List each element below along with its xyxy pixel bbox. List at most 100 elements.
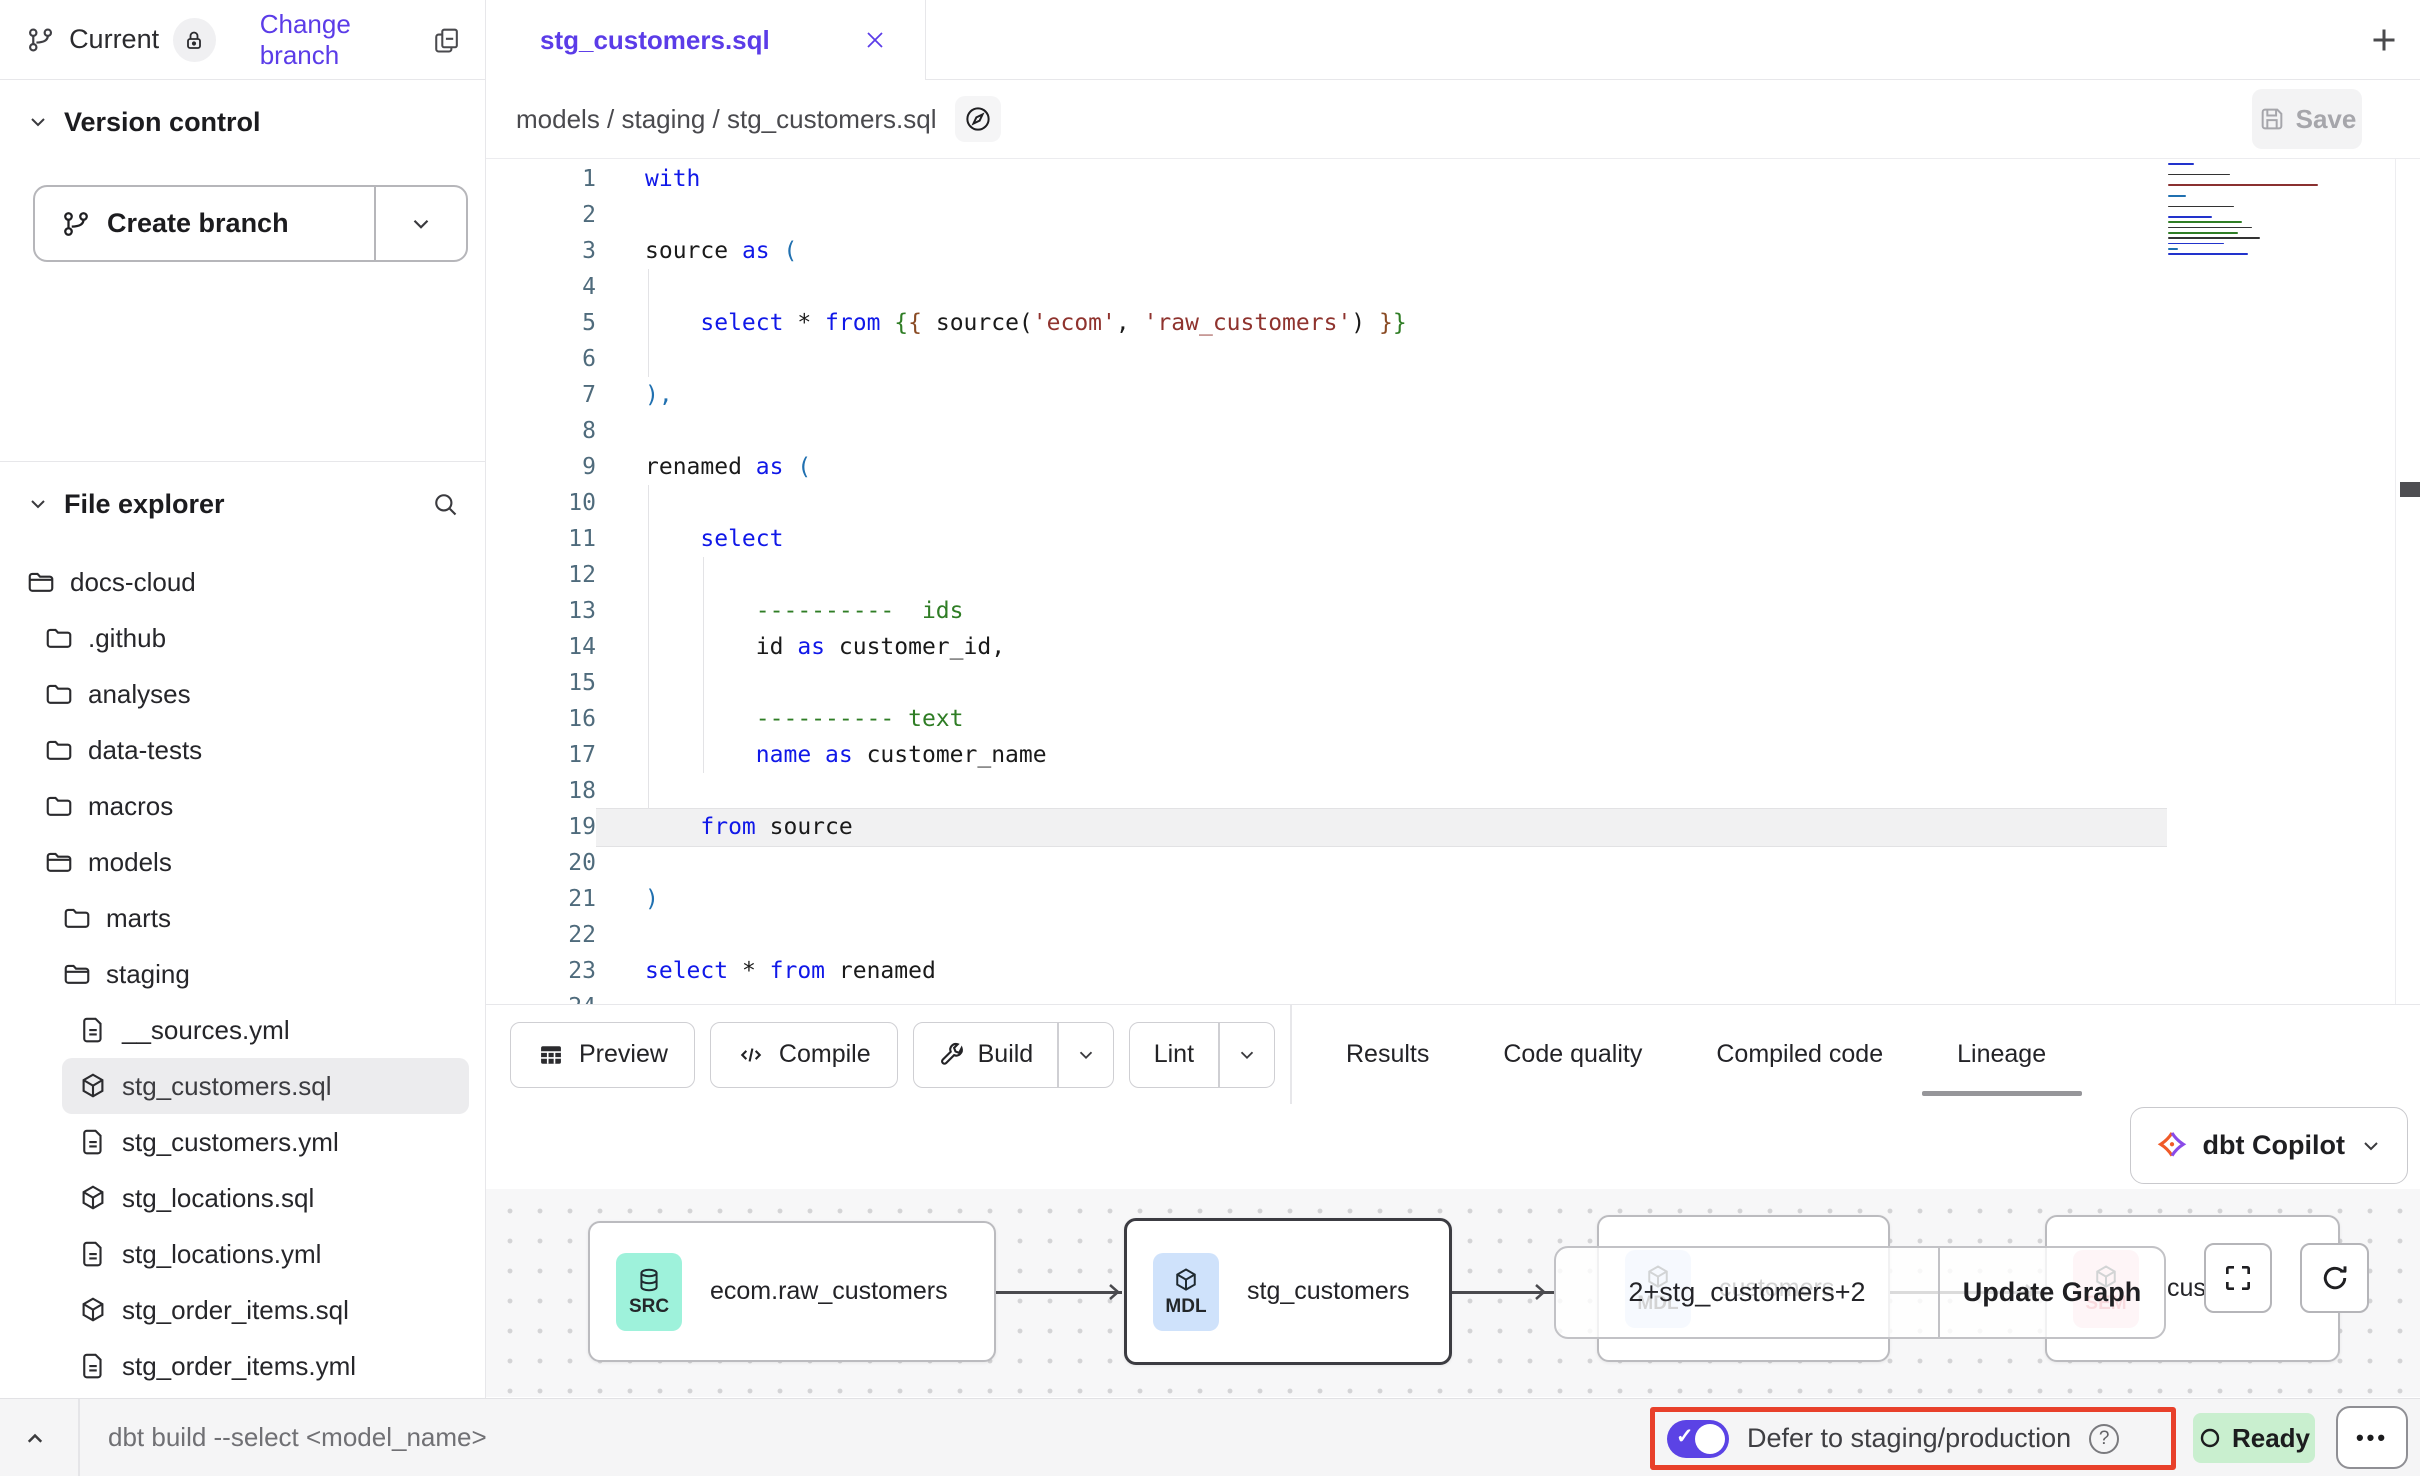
code-line-12: 12 [486,557,2420,593]
file-item-stg-locations-sql[interactable]: stg_locations.sql [0,1170,485,1226]
minimap[interactable] [2168,163,2300,255]
defer-toggle[interactable]: ✓ [1667,1420,1729,1458]
editor-boundary [2395,159,2397,1004]
compile-button[interactable]: Compile [710,1022,898,1088]
code-line-10: 10 [486,485,2420,521]
tab-results[interactable]: Results [1346,1005,1429,1105]
code-text: ---------- ids [645,593,964,629]
tab-code-quality[interactable]: Code quality [1503,1005,1642,1105]
close-icon[interactable] [861,26,889,54]
version-control-header[interactable]: Version control [0,94,485,150]
lineage-node-stg-customers[interactable]: MDL stg_customers [1124,1218,1452,1365]
file-item-label: staging [106,959,190,990]
line-number: 10 [486,485,596,521]
lineage-selector: 2+stg_customers+2 Update Graph [1554,1246,2166,1339]
tab-stg-customers-sql[interactable]: stg_customers.sql [486,0,926,80]
file-item-stg-locations-yml[interactable]: stg_locations.yml [0,1226,485,1282]
file-item-label: docs-cloud [70,567,196,598]
database-icon [635,1266,663,1294]
chevron-up-icon[interactable] [20,1423,50,1453]
save-button[interactable]: Save [2252,89,2362,149]
file-item-label: stg_order_items.sql [122,1295,349,1326]
editor-toolbar: Preview Compile Build [486,1004,2420,1104]
line-number: 24 [486,989,596,1004]
file-item--sources-yml[interactable]: __sources.yml [0,1002,485,1058]
file-item-macros[interactable]: macros [0,778,485,834]
create-branch-main[interactable]: Create branch [35,187,374,260]
lineage-header: dbt Copilot [486,1104,2420,1189]
lineage-canvas[interactable]: SRC ecom.raw_customers MDL stg_customers [486,1189,2420,1397]
file-item--github[interactable]: .github [0,610,485,666]
badge-label: SRC [629,1296,669,1318]
tab-lineage[interactable]: Lineage [1957,1005,2046,1105]
search-icon[interactable] [431,490,459,518]
file-item-models[interactable]: models [0,834,485,890]
file-item-stg-order-items-yml[interactable]: stg_order_items.yml [0,1338,485,1394]
code-icon [737,1041,765,1069]
code-text: name as customer_name [645,737,1047,773]
new-tab-plus-icon[interactable] [2366,22,2402,58]
ellipsis-icon: ••• [2356,1425,2388,1451]
selector-input[interactable]: 2+stg_customers+2 [1556,1248,1938,1337]
file-item-data-tests[interactable]: data-tests [0,722,485,778]
defer-label: Defer to staging/production [1747,1423,2071,1454]
indent-guide [703,557,704,593]
help-icon[interactable]: ? [2089,1424,2119,1454]
create-branch-dropdown[interactable] [376,187,466,260]
workspace: Current Change branch Version control [0,0,2420,1398]
code-editor[interactable]: 1with23source as (45 select * from {{ so… [486,159,2420,1004]
main-panel: stg_customers.sql models / staging / stg… [486,0,2420,1398]
line-number: 4 [486,269,596,305]
code-line-23: 23select * from renamed [486,953,2420,989]
build-dropdown[interactable] [1059,1023,1113,1087]
chevron-down-icon [2359,1134,2383,1158]
code-line-6: 6 [486,341,2420,377]
file-item-staging[interactable]: staging [0,946,485,1002]
file-info-button[interactable] [955,96,1001,142]
chevron-down-icon [26,110,50,134]
sidebar: Current Change branch Version control [0,0,486,1398]
tab-compiled-code[interactable]: Compiled code [1716,1005,1883,1105]
lint-dropdown[interactable] [1220,1023,1274,1087]
copy-icon[interactable] [432,25,461,55]
code-line-5: 5 select * from {{ source('ecom', 'raw_c… [486,305,2420,341]
file-item-analyses[interactable]: analyses [0,666,485,722]
lineage-node-ecom-raw-customers[interactable]: SRC ecom.raw_customers [588,1221,996,1362]
file-item-label: stg_locations.yml [122,1239,321,1270]
cube-icon [1172,1266,1200,1294]
line-number: 13 [486,593,596,629]
fullscreen-button[interactable] [2204,1243,2272,1313]
code-line-1: 1with [486,161,2420,197]
branch-header: Current Change branch [0,0,485,80]
line-number: 19 [486,809,596,845]
code-line-19: 19 from source [486,809,2420,845]
lint-button[interactable]: Lint [1129,1022,1275,1088]
file-item-stg-order-items-sql[interactable]: stg_order_items.sql [0,1282,485,1338]
file-item-marts[interactable]: marts [0,890,485,946]
change-branch-link[interactable]: Change branch [260,9,432,71]
file-item-stg-customers-sql[interactable]: stg_customers.sql [62,1058,469,1114]
file-item-docs-cloud[interactable]: docs-cloud [0,554,485,610]
update-graph-button[interactable]: Update Graph [1940,1248,2164,1337]
command-input[interactable]: dbt build --select <model_name> [108,1399,487,1476]
indent-guide [703,665,704,701]
build-main[interactable]: Build [914,1023,1058,1087]
line-number: 21 [486,881,596,917]
refresh-button[interactable] [2300,1243,2369,1313]
lineage-panel: dbt Copilot [486,1104,2420,1397]
file-item-label: .github [88,623,166,654]
code-text: ) [645,881,659,917]
lint-main[interactable]: Lint [1130,1023,1218,1087]
create-branch-label: Create branch [107,208,289,239]
file-item-stg-customers-yml[interactable]: stg_customers.yml [0,1114,485,1170]
preview-button[interactable]: Preview [510,1022,695,1088]
build-button[interactable]: Build [913,1022,1114,1088]
line-number: 1 [486,161,596,197]
file-icon [78,1127,108,1157]
dbt-copilot-button[interactable]: dbt Copilot [2130,1107,2408,1184]
file-explorer-header[interactable]: File explorer [0,476,485,532]
scrollbar-thumb[interactable] [2400,482,2420,497]
create-branch-button[interactable]: Create branch [33,185,468,262]
more-options-button[interactable]: ••• [2336,1406,2408,1469]
line-number: 3 [486,233,596,269]
